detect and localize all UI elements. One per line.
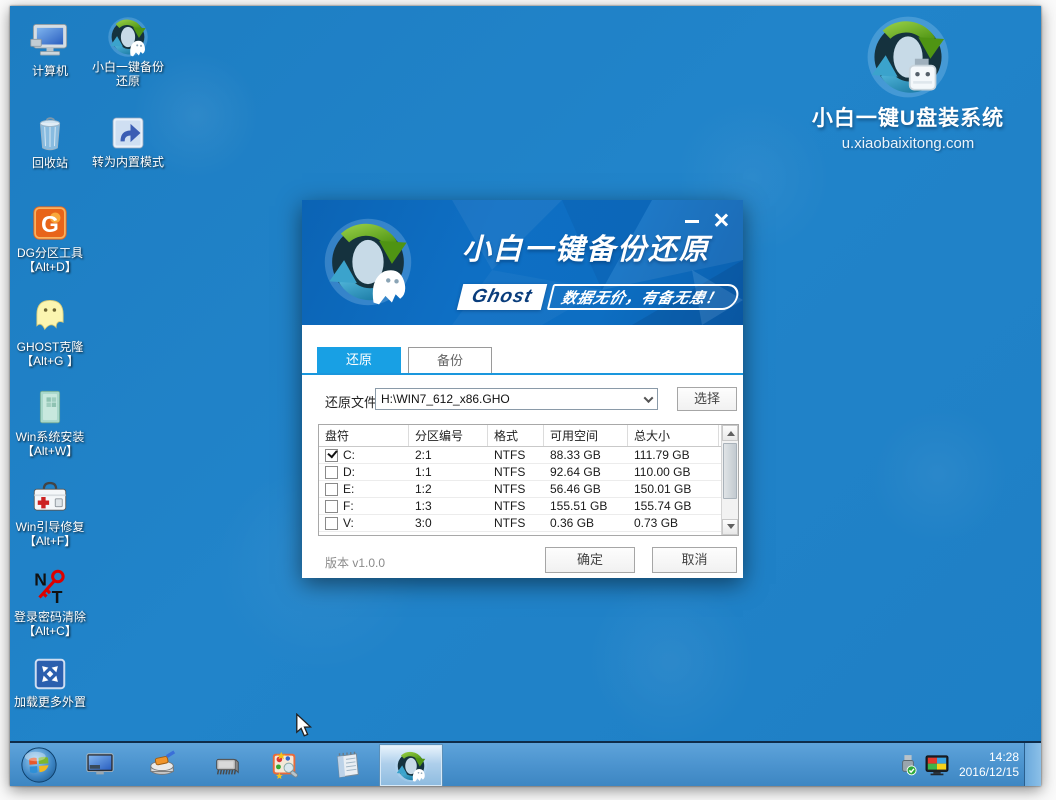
checkbox-unchecked[interactable] — [325, 466, 338, 479]
table-row[interactable]: C: 2:1 NTFS 88.33 GB 111.79 GB — [319, 447, 721, 464]
icon-label: DG分区工具 【Alt+D】 — [10, 246, 98, 274]
show-desktop-button[interactable] — [1024, 743, 1041, 786]
scrollbar-thumb[interactable] — [723, 443, 737, 499]
scroll-up-icon[interactable] — [722, 425, 738, 441]
table-header-row: 盘符 分区编号 格式 可用空间 总大小 — [319, 425, 721, 447]
restore-file-row: 还原文件: H:\WIN7_612_x86.GHO 选择 — [302, 386, 743, 414]
column-header[interactable]: 可用空间 — [544, 425, 628, 446]
svg-text:G: G — [41, 211, 59, 237]
desktop-icon-internal-mode[interactable]: 转为内置模式 — [80, 113, 176, 169]
svg-text:N: N — [34, 569, 47, 589]
dialog-banner: 小白一键备份还原 Ghost 数据无价，有备无患！ — [302, 200, 743, 325]
table-row[interactable]: D: 1:1 NTFS 92.64 GB 110.00 GB — [319, 464, 721, 481]
recycle-bin-icon — [29, 112, 71, 154]
desktop-icon-ghost-clone[interactable]: GHOST克隆 【Alt+G 】 — [10, 296, 98, 368]
usb-tray-icon[interactable] — [899, 754, 917, 776]
desktop-icon-win-boot-repair[interactable]: Win引导修复 【Alt+F】 — [10, 476, 98, 548]
version-label: 版本 v1.0.0 — [325, 554, 385, 571]
dialog-logo-icon — [322, 216, 414, 308]
software-box-icon — [29, 386, 71, 428]
desktop-icon-win-install[interactable]: Win系统安装 【Alt+W】 — [10, 386, 98, 458]
desktop-icon-xiaobai-backup[interactable]: 小白一键备份 还原 — [80, 16, 176, 88]
ghost-ribbon: Ghost 数据无价，有备无患！ — [460, 284, 738, 310]
computer-icon — [29, 20, 71, 62]
disk-cleanup-icon[interactable] — [148, 750, 178, 780]
icon-label: Win引导修复 【Alt+F】 — [10, 520, 98, 548]
tab-restore[interactable]: 还原 — [317, 347, 401, 373]
brand-area: 小白一键U盘装系统 u.xiaobaixitong.com — [768, 14, 1041, 152]
expand-arrows-icon — [31, 655, 69, 693]
backup-restore-dialog: 小白一键备份还原 Ghost 数据无价，有备无患！ 还原 备份 还原文件: H:… — [302, 200, 743, 578]
checkbox-checked[interactable] — [325, 449, 338, 462]
column-header[interactable]: 总大小 — [628, 425, 719, 446]
desktop-screen: 计算机 小白一键备份 还原 回收站 转为内置模式 — [10, 6, 1041, 786]
display-tool-icon[interactable] — [85, 750, 115, 780]
taskbar-clock[interactable]: 14:28 2016/12/15 — [959, 750, 1019, 780]
dialog-title: 小白一键备份还原 — [462, 226, 710, 268]
column-header[interactable]: 分区编号 — [409, 425, 488, 446]
restore-file-value: H:\WIN7_612_x86.GHO — [376, 392, 639, 406]
table-row[interactable]: E: 1:2 NTFS 56.46 GB 150.01 GB — [319, 481, 721, 498]
icon-label: 小白一键备份 还原 — [80, 60, 176, 88]
close-icon[interactable] — [713, 212, 729, 228]
table-scrollbar[interactable] — [721, 425, 738, 535]
first-aid-kit-icon — [29, 476, 71, 518]
taskbar: 14:28 2016/12/15 — [10, 741, 1041, 786]
brand-logo-icon — [859, 14, 957, 100]
chevron-down-icon[interactable] — [639, 389, 657, 409]
dg-tool-icon: G — [29, 202, 71, 244]
icon-label: GHOST克隆 【Alt+G 】 — [10, 340, 98, 368]
table-row[interactable]: F: 1:3 NTFS 155.51 GB 155.74 GB — [319, 498, 721, 515]
desktop-icon-dg-partition[interactable]: G DG分区工具 【Alt+D】 — [10, 202, 98, 274]
taskbar-active-app-button[interactable] — [380, 745, 442, 786]
icon-label: 登录密码清除 【Alt+C】 — [10, 610, 98, 638]
icon-label: Win系统安装 【Alt+W】 — [10, 430, 98, 458]
checkbox-unchecked[interactable] — [325, 483, 338, 496]
brand-title: 小白一键U盘装系统 — [768, 102, 1041, 132]
memory-chip-icon[interactable] — [212, 750, 242, 780]
display-tray-icon[interactable] — [925, 754, 949, 776]
slogan-badge: 数据无价，有备无患！ — [547, 284, 741, 310]
ghost-icon — [29, 296, 71, 338]
desktop-icon-password-clear[interactable]: N T 登录密码清除 【Alt+C】 — [10, 566, 98, 638]
brand-url: u.xiaobaixitong.com — [768, 135, 1041, 152]
cancel-button[interactable]: 取消 — [652, 547, 737, 573]
dialog-tabs: 还原 备份 — [317, 347, 499, 373]
shortcut-arrow-icon — [108, 113, 148, 153]
system-tray: 14:28 2016/12/15 — [899, 743, 1019, 786]
table-row[interactable]: V: 3:0 NTFS 0.36 GB 0.73 GB — [319, 515, 721, 532]
start-button-icon[interactable] — [20, 746, 58, 784]
column-header[interactable]: 盘符 — [319, 425, 409, 446]
notepad-icon[interactable] — [332, 750, 362, 780]
minimize-icon[interactable] — [685, 220, 699, 223]
xiaobai-app-icon — [394, 749, 428, 783]
backup-restore-logo-icon — [107, 16, 149, 58]
icon-label: 转为内置模式 — [80, 155, 176, 169]
select-file-button[interactable]: 选择 — [677, 387, 737, 411]
clock-time: 14:28 — [959, 750, 1019, 765]
tab-underline — [302, 373, 743, 375]
mouse-cursor-icon — [295, 713, 313, 737]
ghost-badge: Ghost — [457, 284, 547, 310]
column-header[interactable]: 格式 — [488, 425, 544, 446]
desktop-icon-load-more[interactable]: 加载更多外置 — [10, 655, 98, 709]
checkbox-unchecked[interactable] — [325, 517, 338, 530]
restore-file-combobox[interactable]: H:\WIN7_612_x86.GHO — [375, 388, 658, 410]
image-tool-icon[interactable] — [270, 750, 300, 780]
svg-text:T: T — [52, 587, 63, 607]
scroll-down-icon[interactable] — [722, 519, 738, 535]
nt-key-icon: N T — [29, 566, 71, 608]
checkbox-unchecked[interactable] — [325, 500, 338, 513]
ok-button[interactable]: 确定 — [545, 547, 635, 573]
restore-file-label: 还原文件: — [325, 392, 381, 411]
tab-backup[interactable]: 备份 — [408, 347, 492, 373]
partition-table: 盘符 分区编号 格式 可用空间 总大小 C: 2:1 NTFS 88.33 GB… — [318, 424, 739, 536]
clock-date: 2016/12/15 — [959, 765, 1019, 780]
icon-label: 加载更多外置 — [10, 695, 98, 709]
